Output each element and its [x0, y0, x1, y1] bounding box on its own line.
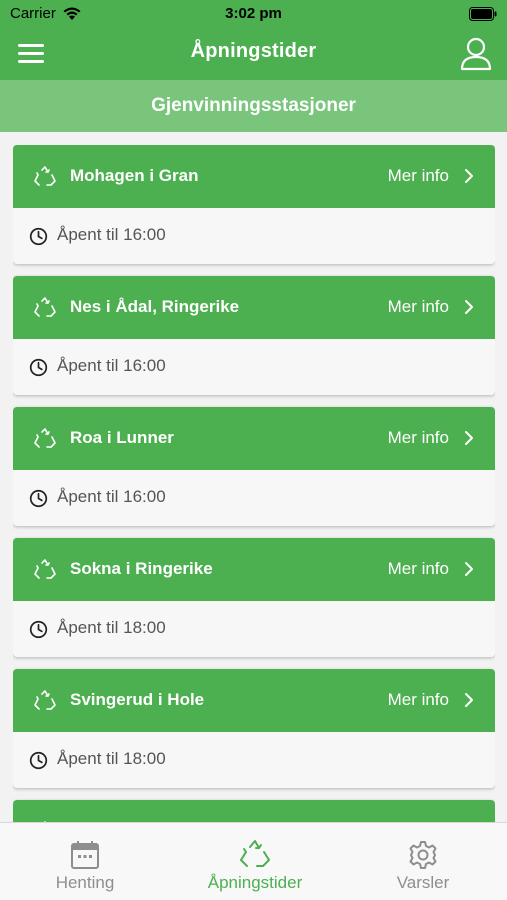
page-title: Åpningstider [190, 40, 317, 62]
recycle-icon [34, 690, 56, 710]
station-header[interactable] [13, 800, 495, 822]
clock-icon [29, 751, 48, 770]
chevron-right-icon [465, 431, 473, 445]
opening-hours: Åpent til 16:00 [57, 225, 166, 244]
profile-button[interactable] [459, 36, 493, 72]
user-profile-icon [460, 37, 492, 71]
opening-hours: Åpent til 16:00 [57, 487, 166, 506]
tab-bar: Henting Åpningstider Varsler [0, 822, 507, 900]
chevron-right-icon [465, 300, 473, 314]
chevron-right-icon [465, 693, 473, 707]
clock-icon [29, 227, 48, 246]
station-header[interactable]: Mohagen i Gran Mer info [13, 145, 495, 208]
more-info-link[interactable]: Mer info [388, 166, 449, 186]
station-hours-row: Åpent til 16:00 [13, 339, 495, 395]
station-card: Sokna i Ringerike Mer info Åpent til 18:… [13, 538, 495, 657]
status-bar: Carrier 3:02 pm [0, 0, 507, 28]
tab-varsler[interactable]: Varsler [368, 823, 478, 900]
more-info-link[interactable]: Mer info [388, 559, 449, 579]
station-name: Sokna i Ringerike [70, 559, 213, 578]
more-info-link[interactable]: Mer info [388, 297, 449, 317]
tab-apningstider[interactable]: Åpningstider [190, 823, 320, 900]
opening-hours: Åpent til 16:00 [57, 356, 166, 375]
clock-icon [29, 620, 48, 639]
app-screen: Carrier 3:02 pm Åpningstider Gjenvinning… [0, 0, 507, 900]
station-card: Nes i Ådal, Ringerike Mer info Åpent til… [13, 276, 495, 395]
chevron-right-icon [465, 562, 473, 576]
station-hours-row: Åpent til 16:00 [13, 208, 495, 264]
station-name: Mohagen i Gran [70, 166, 199, 185]
section-header: Gjenvinningsstasjoner [0, 80, 507, 132]
recycle-icon [34, 297, 56, 317]
station-card: Svingerud i Hole Mer info Åpent til 18:0… [13, 669, 495, 788]
tab-varsler-label: Varsler [396, 873, 450, 892]
station-name: Nes i Ådal, Ringerike [70, 297, 240, 316]
opening-hours: Åpent til 18:00 [57, 618, 166, 637]
more-info-link[interactable]: Mer info [388, 428, 449, 448]
station-card [13, 800, 495, 822]
station-header[interactable]: Sokna i Ringerike Mer info [13, 538, 495, 601]
station-header[interactable]: Svingerud i Hole Mer info [13, 669, 495, 732]
status-time: 3:02 pm [225, 5, 282, 22]
clock-icon [29, 358, 48, 377]
more-info-link[interactable]: Mer info [388, 690, 449, 710]
station-hours-row: Åpent til 16:00 [13, 470, 495, 526]
tab-henting[interactable]: Henting [30, 823, 140, 900]
station-name: Svingerud i Hole [70, 690, 205, 709]
station-list[interactable]: Mohagen i Gran Mer info Åpent til 16:00 [13, 145, 495, 822]
clock-icon [29, 489, 48, 508]
opening-hours: Åpent til 18:00 [57, 749, 166, 768]
tab-henting-label: Henting [55, 873, 115, 892]
recycle-icon [34, 166, 56, 186]
station-header[interactable]: Roa i Lunner Mer info [13, 407, 495, 470]
station-hours-row: Åpent til 18:00 [13, 732, 495, 788]
tab-apningstider-label: Åpningstider [207, 873, 303, 892]
recycle-icon [34, 428, 56, 448]
station-name: Roa i Lunner [70, 428, 174, 447]
calendar-icon [71, 841, 99, 869]
recycle-icon [34, 559, 56, 579]
station-hours-row: Åpent til 18:00 [13, 601, 495, 657]
station-header[interactable]: Nes i Ådal, Ringerike Mer info [13, 276, 495, 339]
navigation-bar: Åpningstider [0, 28, 507, 80]
station-card: Mohagen i Gran Mer info Åpent til 16:00 [13, 145, 495, 264]
recycle-icon [240, 840, 270, 867]
gear-icon [409, 841, 437, 869]
station-card: Roa i Lunner Mer info Åpent til 16:00 [13, 407, 495, 526]
battery-icon [469, 7, 497, 21]
chevron-right-icon [465, 169, 473, 183]
